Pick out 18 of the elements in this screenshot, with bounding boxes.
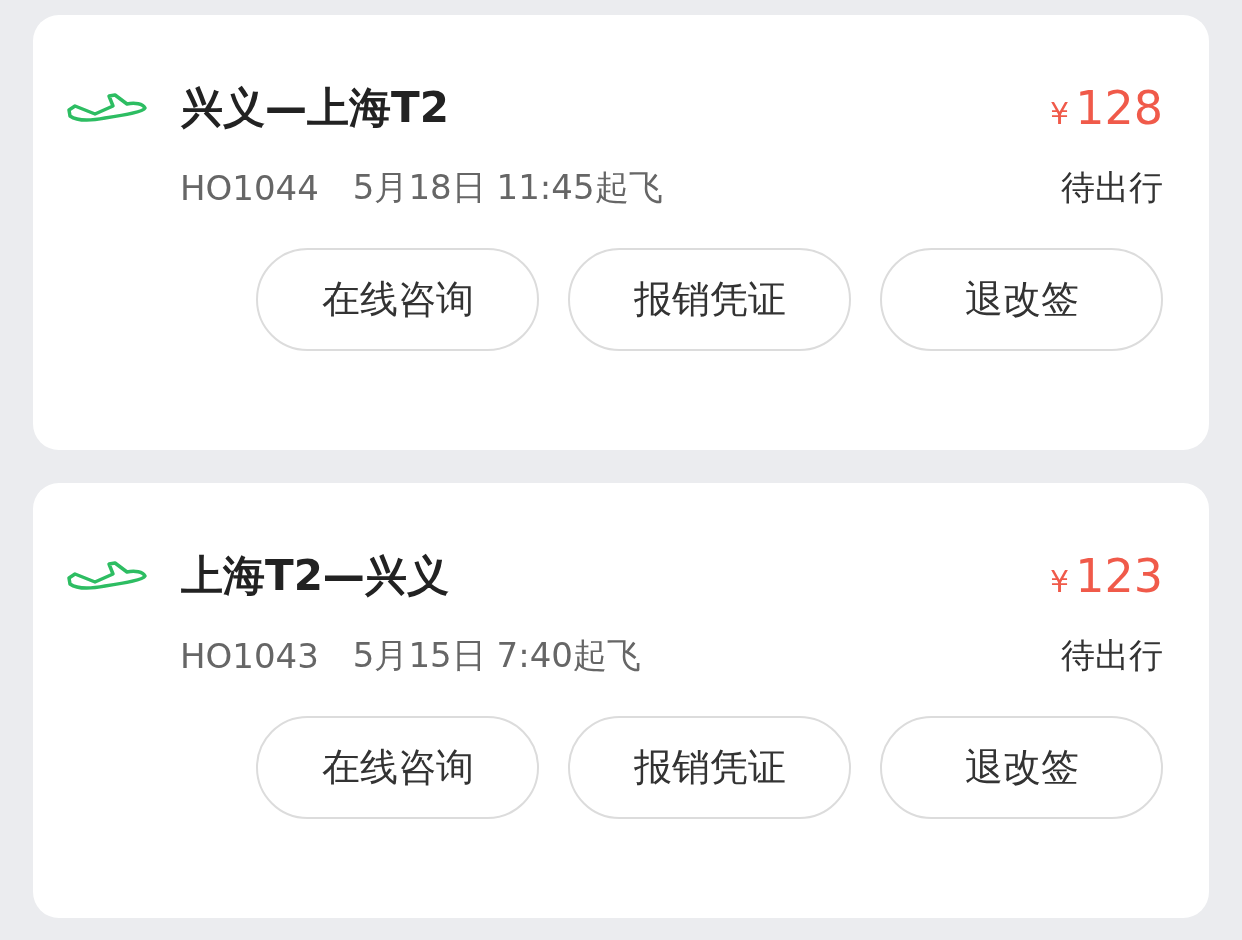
route-title: 上海T2—兴义: [181, 550, 450, 602]
trip-status: 待出行: [1061, 634, 1163, 677]
price: 128: [1075, 81, 1163, 135]
departure-time: 5月18日 11:45起飞: [352, 166, 663, 209]
flight-number: HO1044: [180, 168, 319, 208]
price: 123: [1075, 549, 1163, 603]
action-button[interactable]: 报销凭证: [568, 716, 851, 819]
action-button[interactable]: 退改签: [880, 248, 1163, 351]
action-button[interactable]: 在线咨询: [256, 716, 539, 819]
action-button[interactable]: 在线咨询: [256, 248, 539, 351]
departure-time: 5月15日 7:40起飞: [352, 634, 641, 677]
action-button[interactable]: 报销凭证: [568, 248, 851, 351]
currency-symbol: ¥: [1050, 96, 1070, 131]
action-button[interactable]: 退改签: [880, 716, 1163, 819]
trip-status: 待出行: [1061, 166, 1163, 209]
flight-number: HO1043: [180, 636, 319, 676]
route-title: 兴义—上海T2: [181, 82, 450, 134]
currency-symbol: ¥: [1050, 564, 1070, 599]
